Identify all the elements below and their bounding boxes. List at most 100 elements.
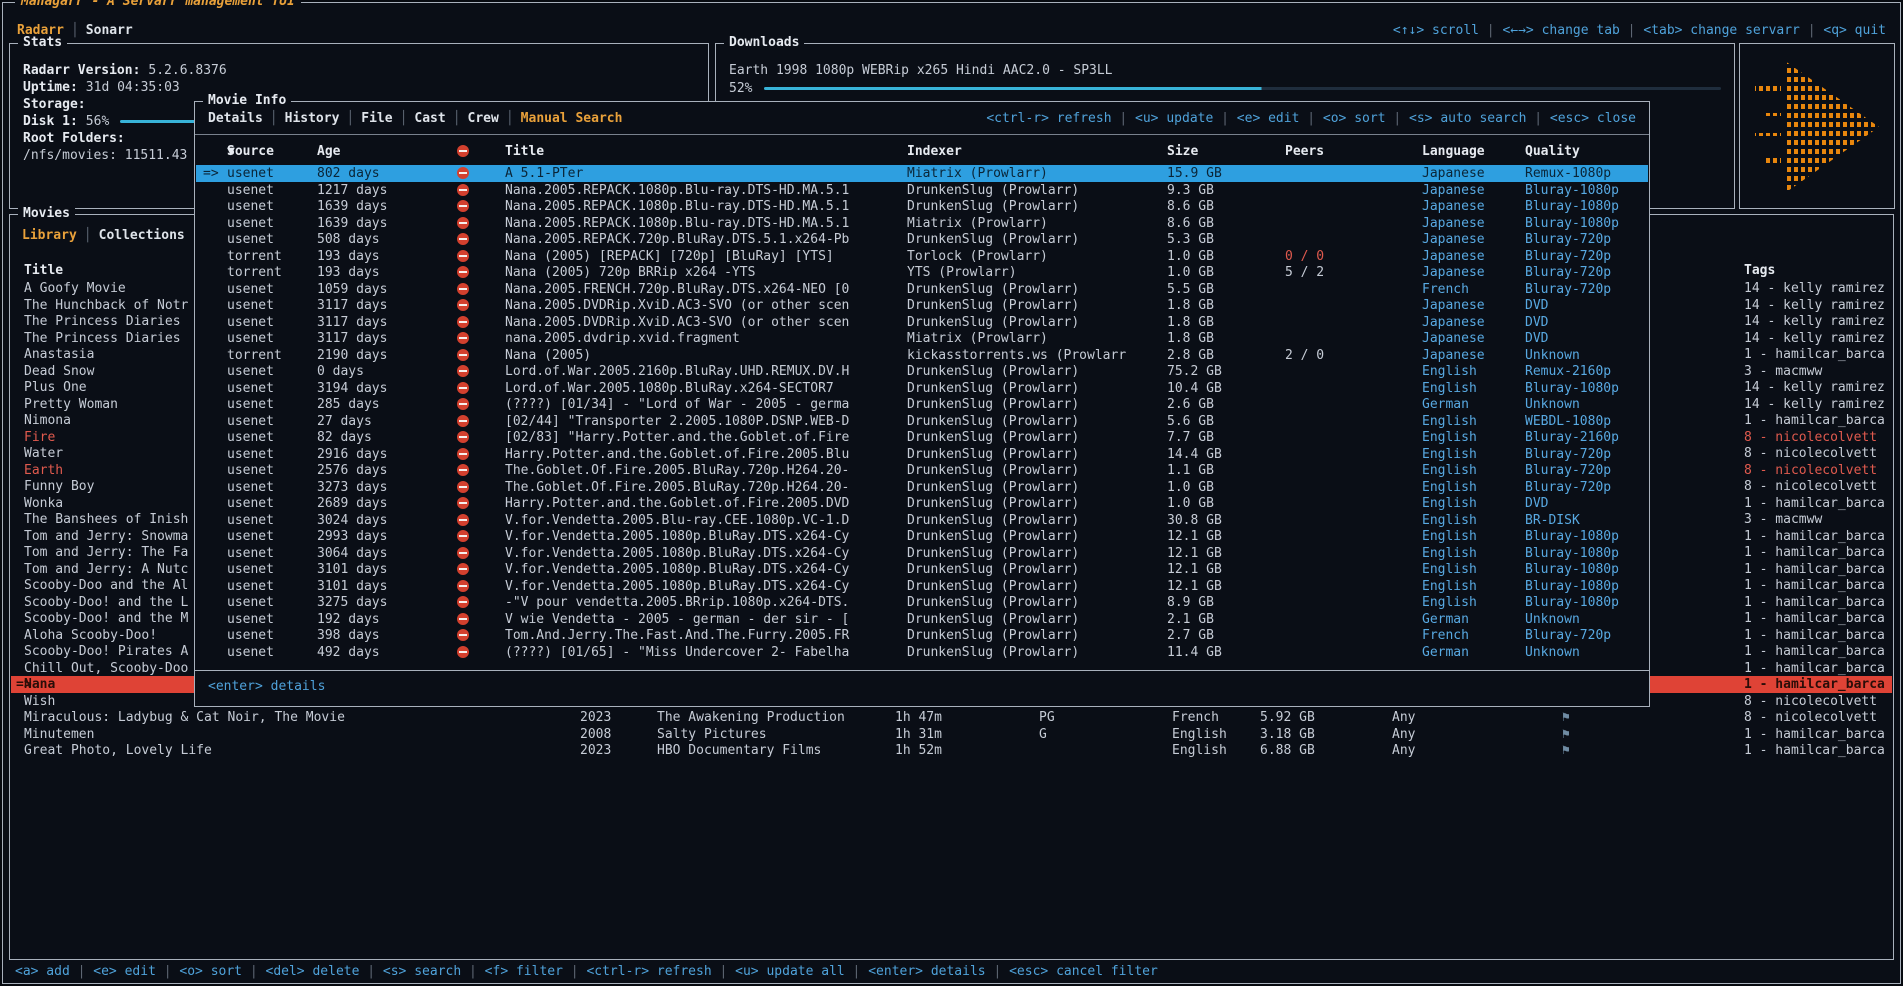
title-column-header: Title bbox=[24, 262, 63, 279]
search-result-row[interactable]: usenet0 daysLord.of.War.2005.2160p.BluRa… bbox=[196, 363, 1648, 380]
search-result-row[interactable]: usenet3117 daysnana.2005.dvdrip.xvid.fra… bbox=[196, 330, 1648, 347]
movie-tags-cell: 1 - hamilcar_barca bbox=[1744, 346, 1885, 363]
search-result-row[interactable]: torrent193 daysNana (2005) [REPACK] [720… bbox=[196, 248, 1648, 265]
movie-title-cell: Nana bbox=[24, 676, 55, 693]
search-result-row[interactable]: usenet1639 daysNana.2005.REPACK.1080p.Bl… bbox=[196, 215, 1648, 232]
result-language-cell: English bbox=[1422, 594, 1477, 611]
result-language-cell: German bbox=[1422, 644, 1469, 661]
result-language-cell: English bbox=[1422, 462, 1477, 479]
movie-row[interactable]: Miraculous: Ladybug & Cat Noir, The Movi… bbox=[11, 709, 1892, 726]
search-result-row[interactable]: usenet3024 daysV.for.Vendetta.2005.Blu-r… bbox=[196, 512, 1648, 529]
search-result-row[interactable]: usenet1217 daysNana.2005.REPACK.1080p.Bl… bbox=[196, 182, 1648, 199]
result-quality-cell: DVD bbox=[1525, 330, 1548, 347]
movie-studio-cell: The Awakening Production bbox=[657, 709, 845, 726]
result-age-cell: 3275 days bbox=[317, 594, 387, 611]
result-size-cell: 5.6 GB bbox=[1167, 413, 1214, 430]
sort-descending-icon[interactable]: ▼ bbox=[227, 143, 235, 160]
search-result-row[interactable]: usenet2689 daysHarry.Potter.and.the.Gobl… bbox=[196, 495, 1648, 512]
indexer-column-header: Indexer bbox=[907, 143, 962, 160]
search-result-row[interactable]: usenet3064 daysV.for.Vendetta.2005.1080p… bbox=[196, 545, 1648, 562]
search-result-row[interactable]: =>usenet802 daysA 5.1-PTerMiatrix (Prowl… bbox=[196, 165, 1648, 182]
keybinding-hint: <↑↓> scroll bbox=[1393, 23, 1479, 38]
result-quality-cell: Bluray-720p bbox=[1525, 479, 1611, 496]
search-result-row[interactable]: usenet508 daysNana.2005.REPACK.720p.BluR… bbox=[196, 231, 1648, 248]
search-result-row[interactable]: usenet1639 daysNana.2005.REPACK.1080p.Bl… bbox=[196, 198, 1648, 215]
result-peers-cell: 0 / 0 bbox=[1285, 248, 1324, 265]
tab-sonarr[interactable]: Sonarr bbox=[86, 23, 133, 38]
result-indexer-cell: DrunkenSlug (Prowlarr) bbox=[907, 314, 1079, 331]
movie-tags-cell: 1 - hamilcar_barca bbox=[1744, 577, 1885, 594]
movie-row[interactable]: Great Photo, Lovely Life2023HBO Document… bbox=[11, 742, 1892, 759]
search-result-row[interactable]: usenet3101 daysV.for.Vendetta.2005.1080p… bbox=[196, 561, 1648, 578]
result-size-cell: 1.0 GB bbox=[1167, 264, 1214, 281]
movie-tags-cell: 1 - hamilcar_barca bbox=[1744, 627, 1885, 644]
result-indexer-cell: DrunkenSlug (Prowlarr) bbox=[907, 561, 1079, 578]
movie-row[interactable]: Minutemen2008Salty Pictures1h 31mGEnglis… bbox=[11, 726, 1892, 743]
search-result-row[interactable]: usenet27 days[02/44] "Transporter 2.2005… bbox=[196, 413, 1648, 430]
result-indexer-cell: DrunkenSlug (Prowlarr) bbox=[907, 528, 1079, 545]
keybinding-separator: | bbox=[1620, 23, 1643, 38]
result-quality-cell: Remux-2160p bbox=[1525, 363, 1611, 380]
search-result-row[interactable]: usenet492 days(????) [01/65] - "Miss Und… bbox=[196, 644, 1648, 661]
result-source-cell: usenet bbox=[227, 380, 274, 397]
movie-rating-cell: G bbox=[1039, 726, 1047, 743]
rejected-icon bbox=[457, 184, 469, 196]
search-result-row[interactable]: usenet82 days[02/83] "Harry.Potter.and.t… bbox=[196, 429, 1648, 446]
movie-monitored-flag-icon: ⚑ bbox=[1562, 742, 1570, 759]
search-result-row[interactable]: usenet3194 daysLord.of.War.2005.1080p.Bl… bbox=[196, 380, 1648, 397]
result-quality-cell: Bluray-1080p bbox=[1525, 594, 1619, 611]
search-result-row[interactable]: usenet3101 daysV.for.Vendetta.2005.1080p… bbox=[196, 578, 1648, 595]
result-language-cell: English bbox=[1422, 479, 1477, 496]
search-result-row[interactable]: usenet398 daysTom.And.Jerry.The.Fast.And… bbox=[196, 627, 1648, 644]
search-result-row[interactable]: usenet3273 daysThe.Goblet.Of.Fire.2005.B… bbox=[196, 479, 1648, 496]
search-result-row[interactable]: usenet285 days(????) [01/34] - "Lord of … bbox=[196, 396, 1648, 413]
rejected-icon bbox=[457, 646, 469, 658]
movie-tags-cell: 1 - hamilcar_barca bbox=[1744, 528, 1885, 545]
search-result-row[interactable]: usenet2916 daysHarry.Potter.and.the.Gobl… bbox=[196, 446, 1648, 463]
tags-column-header: Tags bbox=[1744, 262, 1775, 279]
search-result-row[interactable]: usenet3117 daysNana.2005.DVDRip.XviD.AC3… bbox=[196, 314, 1648, 331]
language-column-header: Language bbox=[1422, 143, 1485, 160]
download-item: Earth 1998 1080p WEBRip x265 Hindi AAC2.… bbox=[729, 62, 1113, 79]
result-quality-cell: Bluray-720p bbox=[1525, 627, 1611, 644]
result-indexer-cell: Miatrix (Prowlarr) bbox=[907, 215, 1048, 232]
movie-year-cell: 2023 bbox=[580, 742, 611, 759]
result-peers-cell: 5 / 2 bbox=[1285, 264, 1324, 281]
result-size-cell: 2.1 GB bbox=[1167, 611, 1214, 628]
result-age-cell: 508 days bbox=[317, 231, 380, 248]
keybinding-separator: | bbox=[359, 964, 382, 979]
result-indexer-cell: DrunkenSlug (Prowlarr) bbox=[907, 578, 1079, 595]
keybinding-separator: | bbox=[563, 964, 586, 979]
result-age-cell: 193 days bbox=[317, 264, 380, 281]
result-language-cell: French bbox=[1422, 281, 1469, 298]
search-result-row[interactable]: usenet1059 daysNana.2005.FRENCH.720p.Blu… bbox=[196, 281, 1648, 298]
keybinding-separator: | bbox=[712, 964, 735, 979]
movie-profile-cell: Any bbox=[1392, 742, 1415, 759]
result-title-cell: V wie Vendetta - 2005 - german - der sir… bbox=[505, 611, 849, 628]
search-result-row[interactable]: usenet2993 daysV.for.Vendetta.2005.1080p… bbox=[196, 528, 1648, 545]
rejected-icon bbox=[457, 530, 469, 542]
search-result-row[interactable]: torrent193 daysNana (2005) 720p BRRip x2… bbox=[196, 264, 1648, 281]
result-source-cell: usenet bbox=[227, 330, 274, 347]
rejected-icon bbox=[457, 547, 469, 559]
result-quality-cell: Bluray-720p bbox=[1525, 462, 1611, 479]
search-result-row[interactable]: usenet2576 daysThe.Goblet.Of.Fire.2005.B… bbox=[196, 462, 1648, 479]
root-folder-line: /nfs/movies: 11511.43 GB bbox=[23, 147, 211, 164]
search-result-row[interactable]: usenet3117 daysNana.2005.DVDRip.XviD.AC3… bbox=[196, 297, 1648, 314]
search-result-row[interactable]: usenet192 daysV wie Vendetta - 2005 - ge… bbox=[196, 611, 1648, 628]
movie-tags-cell: 14 - kelly ramirez bbox=[1744, 379, 1885, 396]
result-quality-cell: Bluray-1080p bbox=[1525, 380, 1619, 397]
age-column-header: Age bbox=[317, 143, 340, 160]
search-result-row[interactable]: usenet3275 days-"V pour vendetta.2005.BR… bbox=[196, 594, 1648, 611]
movie-title-cell: Chill Out, Scooby-Doo bbox=[24, 660, 188, 677]
search-result-row[interactable]: torrent2190 daysNana (2005)kickasstorren… bbox=[196, 347, 1648, 364]
result-quality-cell: Bluray-720p bbox=[1525, 231, 1611, 248]
result-title-cell: A 5.1-PTer bbox=[505, 165, 583, 182]
result-quality-cell: Unknown bbox=[1525, 644, 1580, 661]
result-language-cell: Japanese bbox=[1422, 297, 1485, 314]
movie-tags-cell: 14 - kelly ramirez bbox=[1744, 330, 1885, 347]
movie-tags-cell: 1 - hamilcar_barca bbox=[1744, 610, 1885, 627]
result-size-cell: 11.4 GB bbox=[1167, 644, 1222, 661]
result-source-cell: usenet bbox=[227, 545, 274, 562]
rejected-icon bbox=[457, 596, 469, 608]
